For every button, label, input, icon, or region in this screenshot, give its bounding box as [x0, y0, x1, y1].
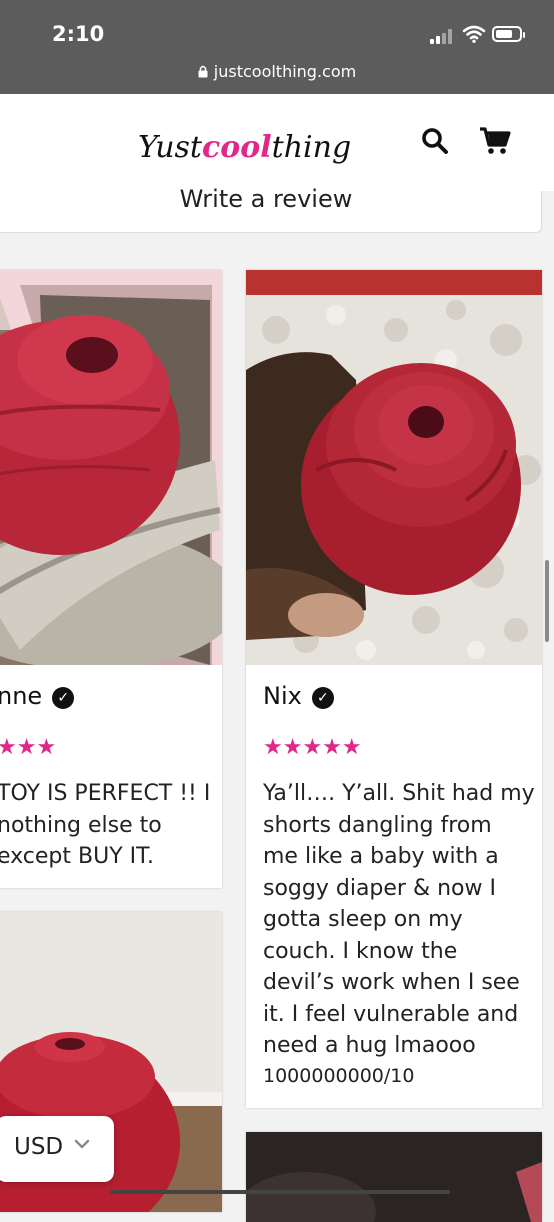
review-card: Nix ✓ ★★★★★ Ya’ll…. Y’all. Shit had my sh…: [246, 270, 542, 1108]
url-text: justcoolthing.com: [213, 62, 357, 81]
write-review-label: Write a review: [179, 185, 353, 213]
reviewer-name: nne ✓: [0, 682, 75, 710]
home-indicator[interactable]: [110, 1190, 450, 1194]
search-icon[interactable]: [418, 124, 452, 158]
review-text: Ya’ll…. Y’all. Shit had my shorts dangli…: [263, 781, 535, 1058]
review-photo[interactable]: [0, 270, 222, 665]
review-card: [246, 1132, 542, 1222]
cart-icon[interactable]: [478, 124, 512, 158]
status-bar: 2:10 justcoolthing.com: [0, 0, 554, 94]
reviewer-name-text: nne: [0, 682, 43, 710]
scrollbar[interactable]: [545, 560, 549, 642]
write-review-button[interactable]: Write a review: [0, 187, 542, 233]
verified-check-icon: ✓: [311, 687, 334, 709]
logo-part-1: Yust: [138, 130, 202, 165]
verified-check-icon: ✓: [52, 687, 75, 709]
reviewer-name: Nix ✓: [263, 682, 334, 710]
logo-part-2: cool: [201, 130, 272, 165]
logo-text: Yustcoolthing: [138, 130, 351, 165]
currency-selector[interactable]: USD: [0, 1116, 114, 1182]
review-photo[interactable]: [246, 1132, 542, 1222]
address-bar[interactable]: justcoolthing.com: [0, 62, 554, 81]
review-card: nne ✓ ★★★ TOY IS PERFECT !! I nothing els…: [0, 270, 222, 888]
wifi-icon: [462, 25, 486, 43]
site-logo[interactable]: Yustcoolthing: [138, 118, 351, 182]
review-text-tail: 1000000000/10: [263, 1065, 415, 1087]
star-rating: ★★★: [0, 735, 57, 760]
status-time: 2:10: [52, 22, 105, 46]
review-photo[interactable]: [246, 270, 542, 665]
battery-icon: [492, 26, 525, 42]
currency-code: USD: [14, 1134, 64, 1160]
star-rating: ★★★★★: [263, 735, 362, 760]
reviewer-name-text: Nix: [263, 682, 302, 710]
cellular-signal-icon: [430, 28, 456, 44]
lock-icon: [198, 65, 208, 78]
logo-part-3: thing: [271, 130, 352, 165]
review-text: TOY IS PERFECT !! I nothing else to exce…: [0, 781, 211, 869]
chevron-down-icon: [74, 1139, 90, 1149]
